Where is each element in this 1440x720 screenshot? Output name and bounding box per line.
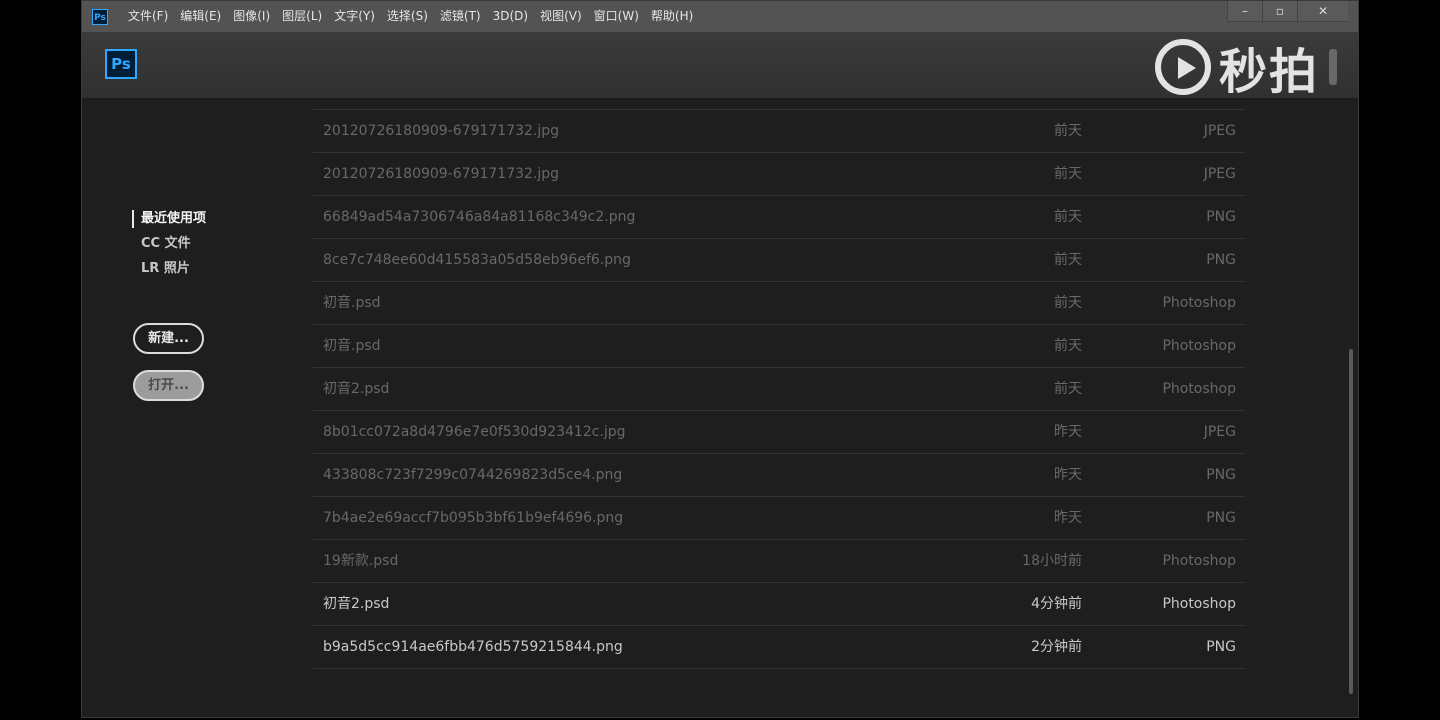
file-row[interactable]: 19新款.psd 18小时前 Photoshop [313,540,1245,583]
file-type: Photoshop [1162,381,1236,397]
sidebar-nav: 最近使用项 CC 文件 LR 照片 [132,210,206,285]
file-name: 433808c723f7299c0744269823d5ce4.png [323,467,623,483]
new-button[interactable]: 新建... [133,323,204,354]
file-date: 2分钟前 [1031,639,1082,655]
file-type: Photoshop [1162,596,1236,612]
menu-3d[interactable]: 3D(D) [487,1,534,32]
file-date: 前天 [1054,252,1082,268]
file-row[interactable]: 66849ad54a7306746a84a81168c349c2.png 前天 … [313,196,1245,239]
nav-lr-photos[interactable]: LR 照片 [132,260,206,285]
nav-cc-files[interactable]: CC 文件 [132,235,206,260]
file-type: JPEG [1203,424,1236,440]
ps-app-icon[interactable]: Ps [92,8,108,25]
file-type: PNG [1206,209,1236,225]
file-name: 20120726180909-679171732.jpg [323,123,560,139]
file-date: 4分钟前 [1031,596,1082,612]
open-button[interactable]: 打开... [133,370,204,401]
menu-bar: Ps 文件(F) 编辑(E) 图像(I) 图层(L) 文字(Y) 选择(S) 滤… [82,1,1358,32]
file-row[interactable]: 20120726180909-679171732.jpg 前天 JPEG [313,109,1245,153]
file-name: 初音2.psd [323,596,390,612]
close-button[interactable]: ✕ [1297,1,1348,22]
minimize-button[interactable]: – [1227,1,1262,22]
file-date: 18小时前 [1022,553,1082,569]
photoshop-logo: Ps [105,49,137,79]
menu-type[interactable]: 文字(Y) [328,1,381,32]
file-date: 前天 [1054,338,1082,354]
file-date: 前天 [1054,295,1082,311]
file-type: Photoshop [1162,553,1236,569]
file-type: PNG [1206,467,1236,483]
file-name: 8ce7c748ee60d415583a05d58eb96ef6.png [323,252,631,268]
file-name: 初音.psd [323,295,381,311]
menu-select[interactable]: 选择(S) [381,1,434,32]
file-type: Photoshop [1162,295,1236,311]
miaopai-watermark: 秒拍 [1155,32,1338,102]
start-header: Ps 秒拍 [82,32,1358,102]
file-row[interactable]: b9a5d5cc914ae6fbb476d5759215844.png 2分钟前… [313,626,1245,669]
file-date: 昨天 [1054,467,1082,483]
file-type: PNG [1206,510,1236,526]
menu-edit[interactable]: 编辑(E) [174,1,227,32]
watermark-text: 秒拍 [1219,44,1320,100]
file-type: JPEG [1203,166,1236,182]
menu-window[interactable]: 窗口(W) [588,1,645,32]
file-name: b9a5d5cc914ae6fbb476d5759215844.png [323,639,623,655]
file-date: 昨天 [1054,510,1082,526]
file-type: PNG [1206,252,1236,268]
file-date: 前天 [1054,166,1082,182]
maximize-button[interactable]: ▫ [1262,1,1297,22]
file-row[interactable]: 8ce7c748ee60d415583a05d58eb96ef6.png 前天 … [313,239,1245,282]
nav-recent[interactable]: 最近使用项 [132,210,206,228]
play-icon [1155,39,1211,95]
file-date: 前天 [1054,381,1082,397]
file-name: 20120726180909-679171732.jpg [323,166,560,182]
watermark-bar [1329,49,1338,85]
file-row[interactable]: 8b01cc072a8d4796e7e0f530d923412c.jpg 昨天 … [313,411,1245,454]
file-row[interactable]: 20120726180909-679171732.jpg 前天 JPEG [313,153,1245,196]
menu-view[interactable]: 视图(V) [534,1,588,32]
file-date: 前天 [1054,123,1082,139]
file-date: 昨天 [1054,424,1082,440]
file-list-scrollbar[interactable] [1349,349,1353,694]
file-row[interactable]: 初音2.psd 4分钟前 Photoshop [313,583,1245,626]
menu-help[interactable]: 帮助(H) [645,1,699,32]
menu-file[interactable]: 文件(F) [122,1,174,32]
file-type: JPEG [1203,123,1236,139]
recent-files-list: 20120726180909-679171732.jpg 前天 JPEG 201… [313,109,1245,669]
file-row[interactable]: 初音2.psd 前天 Photoshop [313,368,1245,411]
file-name: 19新款.psd [323,553,399,569]
file-row[interactable]: 初音.psd 前天 Photoshop [313,325,1245,368]
file-name: 66849ad54a7306746a84a81168c349c2.png [323,209,636,225]
file-name: 8b01cc072a8d4796e7e0f530d923412c.jpg [323,424,626,440]
photoshop-window: Ps 文件(F) 编辑(E) 图像(I) 图层(L) 文字(Y) 选择(S) 滤… [81,0,1359,718]
file-name: 初音.psd [323,338,381,354]
file-row[interactable]: 7b4ae2e69accf7b095b3bf61b9ef4696.png 昨天 … [313,497,1245,540]
file-name: 初音2.psd [323,381,390,397]
menu-image[interactable]: 图像(I) [227,1,276,32]
menu-filter[interactable]: 滤镜(T) [434,1,487,32]
file-row[interactable]: 初音.psd 前天 Photoshop [313,282,1245,325]
file-name: 7b4ae2e69accf7b095b3bf61b9ef4696.png [323,510,624,526]
menu-layer[interactable]: 图层(L) [276,1,328,32]
window-controls: – ▫ ✕ [1227,1,1348,22]
file-date: 前天 [1054,209,1082,225]
menu-items: 文件(F) 编辑(E) 图像(I) 图层(L) 文字(Y) 选择(S) 滤镜(T… [122,1,699,32]
file-type: Photoshop [1162,338,1236,354]
file-row[interactable]: 433808c723f7299c0744269823d5ce4.png 昨天 P… [313,454,1245,497]
file-type: PNG [1206,639,1236,655]
